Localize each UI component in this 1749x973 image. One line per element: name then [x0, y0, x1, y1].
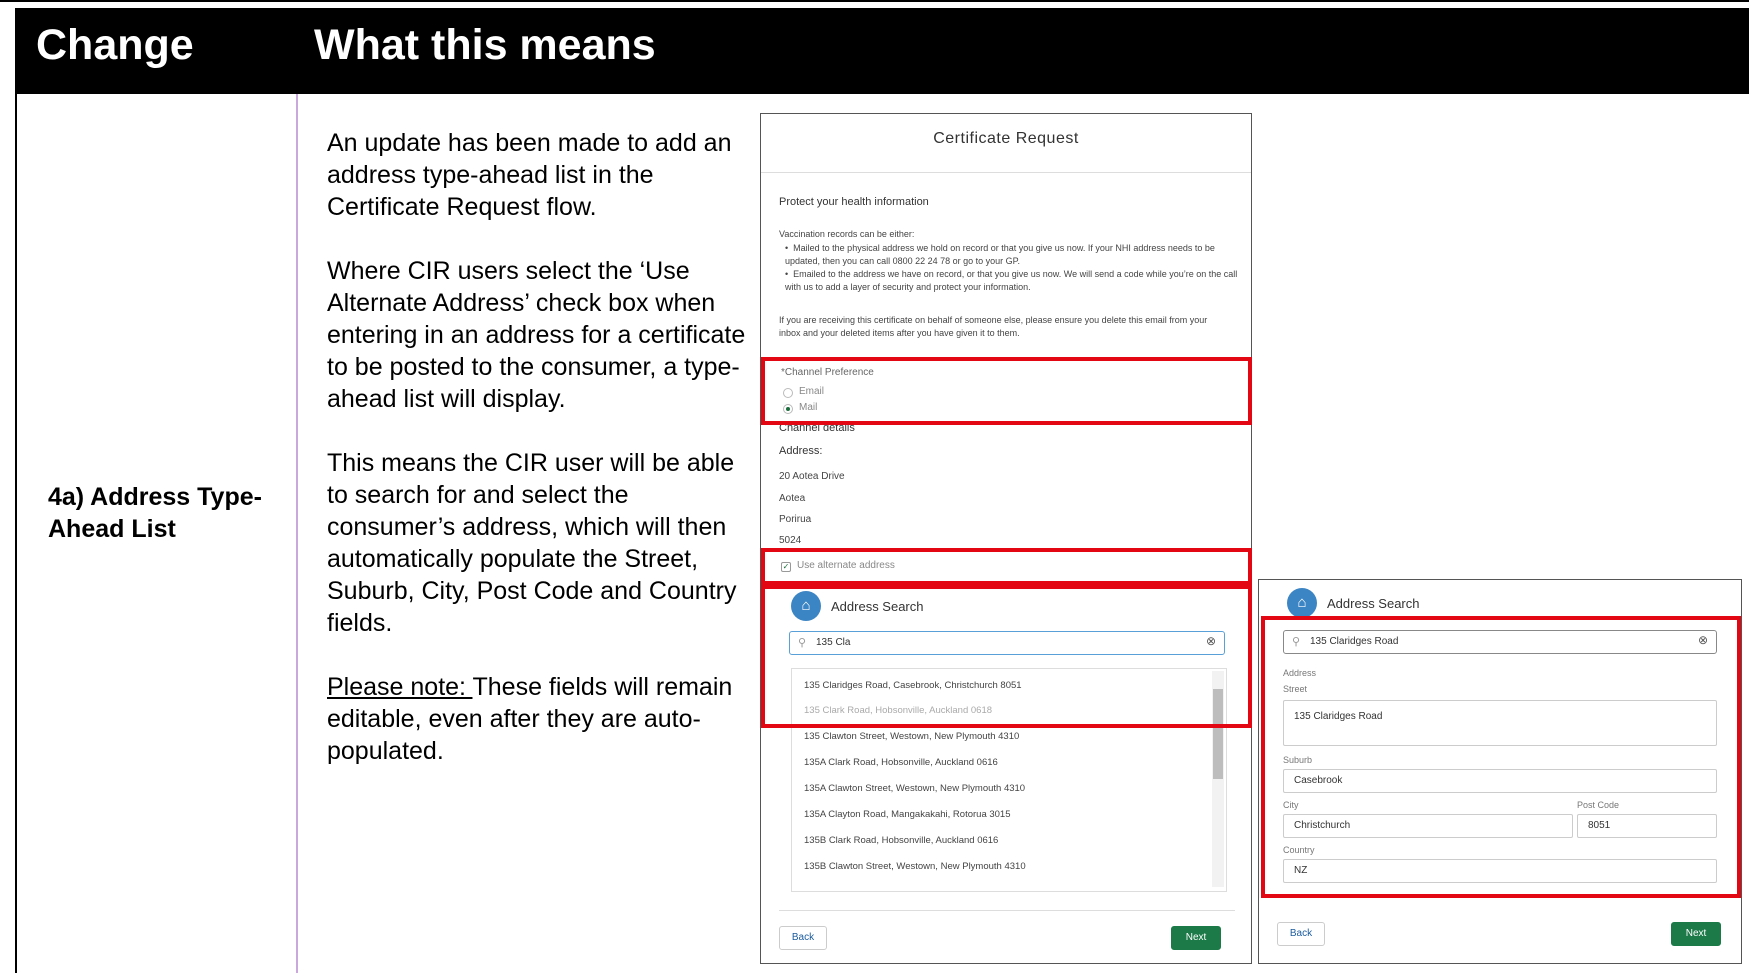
description-para-2: Where CIR users select the ‘Use Alternat…	[327, 257, 746, 413]
address-line-1: 20 Aotea Drive	[779, 471, 845, 482]
channel-preference-highlight	[761, 357, 1252, 425]
records-intro: Vaccination records can be either:	[779, 229, 915, 239]
result-item[interactable]: 135 Clawton Street, Westown, New Plymout…	[804, 731, 1019, 742]
certificate-request-title: Certificate Request	[933, 130, 1079, 147]
next-button[interactable]: Next	[1671, 922, 1721, 946]
next-button[interactable]: Next	[1171, 926, 1221, 950]
address-line-3: Porirua	[779, 514, 812, 525]
header-what-this-means: What this means	[314, 21, 656, 69]
address-line-2: Aotea	[779, 493, 806, 504]
footer-divider	[779, 910, 1235, 911]
description-para-1: An update has been made to add an addres…	[327, 129, 732, 221]
note-label: Please note:	[327, 673, 473, 701]
back-button[interactable]: Back	[1277, 922, 1325, 946]
behalf-note: If you are receiving this certificate on…	[779, 315, 1208, 338]
certificate-request-screenshot: Certificate Request Protect your health …	[760, 113, 1252, 964]
protect-heading: Protect your health information	[779, 196, 929, 208]
top-rule	[0, 0, 1749, 2]
result-item[interactable]: 135A Clawton Street, Westown, New Plymou…	[804, 783, 1025, 794]
change-label: 4a) Address Type-Ahead List	[48, 483, 262, 543]
back-button[interactable]: Back	[779, 926, 827, 950]
bullet-email-text: Emailed to the address we have on record…	[785, 269, 1238, 292]
bullet-email: • Emailed to the address we have on reco…	[785, 269, 1238, 292]
bullet-mail-text: Mailed to the physical address we hold o…	[785, 243, 1215, 266]
address-heading: Address:	[779, 445, 823, 457]
description: An update has been made to add an addres…	[327, 127, 747, 799]
result-item[interactable]: 135B Clark Road, Hobsonville, Auckland 0…	[804, 835, 998, 846]
address-search-title: Address Search	[1327, 595, 1420, 611]
result-item[interactable]: 135B Clawton Street, Westown, New Plymou…	[804, 861, 1026, 872]
table-header: Change What this means	[17, 8, 1749, 94]
alternate-address-highlight	[761, 548, 1252, 585]
address-search-highlight	[761, 585, 1252, 728]
description-para-3: This means the CIR user will be able to …	[327, 449, 737, 637]
populated-address-screenshot: ⌂ Address Search ⚲ 135 Claridges Road ⊗ …	[1258, 579, 1742, 964]
populated-fields-highlight	[1261, 616, 1741, 898]
address-search-icon: ⌂	[1287, 588, 1317, 618]
description-note: Please note: These fields will remain ed…	[327, 671, 747, 767]
column-divider	[296, 94, 298, 973]
title-divider	[761, 172, 1251, 173]
header-change: Change	[36, 21, 194, 69]
result-item[interactable]: 135A Clark Road, Hobsonville, Auckland 0…	[804, 757, 998, 768]
result-item[interactable]: 135A Clayton Road, Mangakakahi, Rotorua …	[804, 809, 1011, 820]
address-search-header: ⌂ Address Search	[1287, 588, 1420, 618]
bullet-mail: • Mailed to the physical address we hold…	[785, 243, 1215, 266]
address-line-4: 5024	[779, 535, 802, 546]
